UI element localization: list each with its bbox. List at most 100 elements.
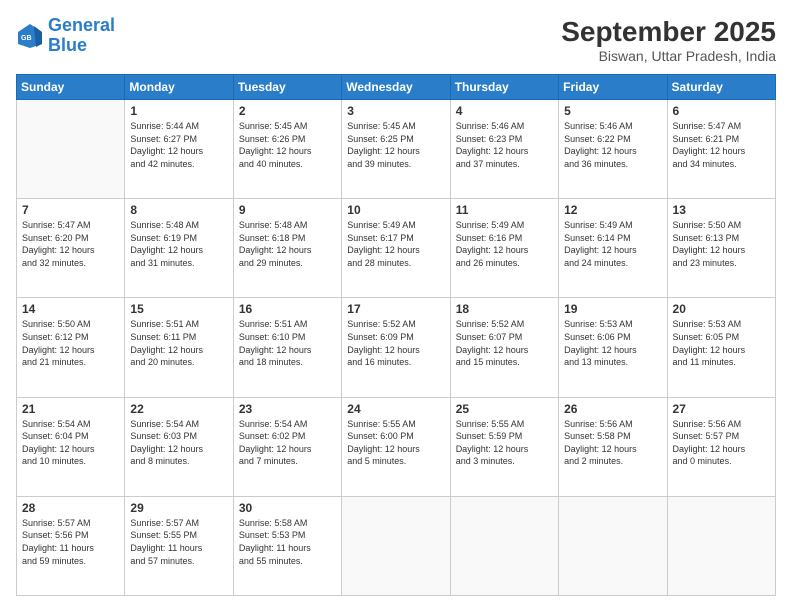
cell-info: Sunrise: 5:50 AM Sunset: 6:13 PM Dayligh… xyxy=(673,219,770,269)
week-row-5: 28Sunrise: 5:57 AM Sunset: 5:56 PM Dayli… xyxy=(17,496,776,595)
calendar-cell-4-1: 21Sunrise: 5:54 AM Sunset: 6:04 PM Dayli… xyxy=(17,397,125,496)
calendar-cell-4-2: 22Sunrise: 5:54 AM Sunset: 6:03 PM Dayli… xyxy=(125,397,233,496)
day-number: 1 xyxy=(130,104,227,118)
logo-icon: GB xyxy=(16,22,44,50)
cell-info: Sunrise: 5:51 AM Sunset: 6:10 PM Dayligh… xyxy=(239,318,336,368)
weekday-header-monday: Monday xyxy=(125,75,233,100)
week-row-4: 21Sunrise: 5:54 AM Sunset: 6:04 PM Dayli… xyxy=(17,397,776,496)
cell-info: Sunrise: 5:58 AM Sunset: 5:53 PM Dayligh… xyxy=(239,517,336,567)
weekday-header-sunday: Sunday xyxy=(17,75,125,100)
day-number: 15 xyxy=(130,302,227,316)
calendar-cell-1-2: 1 Sunrise: 5:44 AM Sunset: 6:27 PM Daylig… xyxy=(125,100,233,199)
day-number: 13 xyxy=(673,203,770,217)
cell-info: Sunrise: 5:44 AM Sunset: 6:27 PM Dayligh… xyxy=(130,120,227,170)
calendar-table: SundayMondayTuesdayWednesdayThursdayFrid… xyxy=(16,74,776,596)
cell-info: Sunrise: 5:54 AM Sunset: 6:02 PM Dayligh… xyxy=(239,418,336,468)
day-number: 16 xyxy=(239,302,336,316)
cell-info: Sunrise: 5:47 AM Sunset: 6:20 PM Dayligh… xyxy=(22,219,119,269)
cell-info: Sunrise: 5:53 AM Sunset: 6:05 PM Dayligh… xyxy=(673,318,770,368)
calendar-cell-2-7: 13 Sunrise: 5:50 AM Sunset: 6:13 PM Dayli… xyxy=(667,199,775,298)
day-number: 5 xyxy=(564,104,661,118)
day-number: 19 xyxy=(564,302,661,316)
day-number: 29 xyxy=(130,501,227,515)
day-number: 24 xyxy=(347,402,444,416)
week-row-3: 14 Sunrise: 5:50 AM Sunset: 6:12 PM Dayli… xyxy=(17,298,776,397)
weekday-header-friday: Friday xyxy=(559,75,667,100)
calendar-cell-5-2: 29 Sunrise: 5:57 AM Sunset: 5:55 PM Dayli… xyxy=(125,496,233,595)
svg-text:GB: GB xyxy=(21,35,32,42)
calendar-cell-2-4: 10 Sunrise: 5:49 AM Sunset: 6:17 PM Dayli… xyxy=(342,199,450,298)
weekday-header-thursday: Thursday xyxy=(450,75,558,100)
page: GB General Blue September 2025 Biswan, U… xyxy=(0,0,792,612)
day-number: 14 xyxy=(22,302,119,316)
cell-info: Sunrise: 5:49 AM Sunset: 6:16 PM Dayligh… xyxy=(456,219,553,269)
day-number: 23 xyxy=(239,402,336,416)
header: GB General Blue September 2025 Biswan, U… xyxy=(16,16,776,64)
calendar-cell-4-6: 26Sunrise: 5:56 AM Sunset: 5:58 PM Dayli… xyxy=(559,397,667,496)
cell-info: Sunrise: 5:48 AM Sunset: 6:18 PM Dayligh… xyxy=(239,219,336,269)
calendar-cell-2-6: 12Sunrise: 5:49 AM Sunset: 6:14 PM Dayli… xyxy=(559,199,667,298)
cell-info: Sunrise: 5:47 AM Sunset: 6:21 PM Dayligh… xyxy=(673,120,770,170)
calendar-cell-5-7 xyxy=(667,496,775,595)
day-number: 10 xyxy=(347,203,444,217)
cell-info: Sunrise: 5:49 AM Sunset: 6:17 PM Dayligh… xyxy=(347,219,444,269)
cell-info: Sunrise: 5:49 AM Sunset: 6:14 PM Dayligh… xyxy=(564,219,661,269)
day-number: 2 xyxy=(239,104,336,118)
cell-info: Sunrise: 5:55 AM Sunset: 5:59 PM Dayligh… xyxy=(456,418,553,468)
day-number: 26 xyxy=(564,402,661,416)
calendar-cell-5-4 xyxy=(342,496,450,595)
cell-info: Sunrise: 5:46 AM Sunset: 6:22 PM Dayligh… xyxy=(564,120,661,170)
day-number: 28 xyxy=(22,501,119,515)
cell-info: Sunrise: 5:55 AM Sunset: 6:00 PM Dayligh… xyxy=(347,418,444,468)
calendar-cell-2-2: 8Sunrise: 5:48 AM Sunset: 6:19 PM Daylig… xyxy=(125,199,233,298)
cell-info: Sunrise: 5:45 AM Sunset: 6:25 PM Dayligh… xyxy=(347,120,444,170)
calendar-cell-3-7: 20 Sunrise: 5:53 AM Sunset: 6:05 PM Dayli… xyxy=(667,298,775,397)
week-row-1: 1 Sunrise: 5:44 AM Sunset: 6:27 PM Daylig… xyxy=(17,100,776,199)
weekday-header-wednesday: Wednesday xyxy=(342,75,450,100)
month-title: September 2025 xyxy=(561,16,776,48)
calendar-cell-5-3: 30 Sunrise: 5:58 AM Sunset: 5:53 PM Dayli… xyxy=(233,496,341,595)
day-number: 22 xyxy=(130,402,227,416)
calendar-cell-2-1: 7 Sunrise: 5:47 AM Sunset: 6:20 PM Daylig… xyxy=(17,199,125,298)
weekday-header-row: SundayMondayTuesdayWednesdayThursdayFrid… xyxy=(17,75,776,100)
day-number: 7 xyxy=(22,203,119,217)
day-number: 9 xyxy=(239,203,336,217)
calendar-cell-3-4: 17Sunrise: 5:52 AM Sunset: 6:09 PM Dayli… xyxy=(342,298,450,397)
calendar-cell-1-4: 3Sunrise: 5:45 AM Sunset: 6:25 PM Daylig… xyxy=(342,100,450,199)
day-number: 18 xyxy=(456,302,553,316)
calendar-cell-1-7: 6 Sunrise: 5:47 AM Sunset: 6:21 PM Daylig… xyxy=(667,100,775,199)
day-number: 17 xyxy=(347,302,444,316)
calendar-cell-4-3: 23 Sunrise: 5:54 AM Sunset: 6:02 PM Dayli… xyxy=(233,397,341,496)
logo-line1: General xyxy=(48,15,115,35)
calendar-cell-3-5: 18Sunrise: 5:52 AM Sunset: 6:07 PM Dayli… xyxy=(450,298,558,397)
day-number: 21 xyxy=(22,402,119,416)
calendar-cell-3-6: 19 Sunrise: 5:53 AM Sunset: 6:06 PM Dayli… xyxy=(559,298,667,397)
day-number: 30 xyxy=(239,501,336,515)
cell-info: Sunrise: 5:50 AM Sunset: 6:12 PM Dayligh… xyxy=(22,318,119,368)
calendar-cell-5-5 xyxy=(450,496,558,595)
location-subtitle: Biswan, Uttar Pradesh, India xyxy=(561,48,776,64)
cell-info: Sunrise: 5:57 AM Sunset: 5:55 PM Dayligh… xyxy=(130,517,227,567)
logo-line2: Blue xyxy=(48,35,87,55)
cell-info: Sunrise: 5:53 AM Sunset: 6:06 PM Dayligh… xyxy=(564,318,661,368)
week-row-2: 7 Sunrise: 5:47 AM Sunset: 6:20 PM Daylig… xyxy=(17,199,776,298)
day-number: 6 xyxy=(673,104,770,118)
calendar-cell-5-6 xyxy=(559,496,667,595)
calendar-cell-5-1: 28Sunrise: 5:57 AM Sunset: 5:56 PM Dayli… xyxy=(17,496,125,595)
calendar-cell-3-2: 15 Sunrise: 5:51 AM Sunset: 6:11 PM Dayli… xyxy=(125,298,233,397)
calendar-cell-1-6: 5 Sunrise: 5:46 AM Sunset: 6:22 PM Daylig… xyxy=(559,100,667,199)
day-number: 27 xyxy=(673,402,770,416)
logo: GB General Blue xyxy=(16,16,115,56)
cell-info: Sunrise: 5:56 AM Sunset: 5:57 PM Dayligh… xyxy=(673,418,770,468)
day-number: 20 xyxy=(673,302,770,316)
calendar-cell-4-5: 25Sunrise: 5:55 AM Sunset: 5:59 PM Dayli… xyxy=(450,397,558,496)
cell-info: Sunrise: 5:48 AM Sunset: 6:19 PM Dayligh… xyxy=(130,219,227,269)
weekday-header-saturday: Saturday xyxy=(667,75,775,100)
calendar-cell-1-1 xyxy=(17,100,125,199)
calendar-cell-3-3: 16 Sunrise: 5:51 AM Sunset: 6:10 PM Dayli… xyxy=(233,298,341,397)
weekday-header-tuesday: Tuesday xyxy=(233,75,341,100)
cell-info: Sunrise: 5:51 AM Sunset: 6:11 PM Dayligh… xyxy=(130,318,227,368)
calendar-cell-1-3: 2 Sunrise: 5:45 AM Sunset: 6:26 PM Daylig… xyxy=(233,100,341,199)
cell-info: Sunrise: 5:45 AM Sunset: 6:26 PM Dayligh… xyxy=(239,120,336,170)
cell-info: Sunrise: 5:46 AM Sunset: 6:23 PM Dayligh… xyxy=(456,120,553,170)
